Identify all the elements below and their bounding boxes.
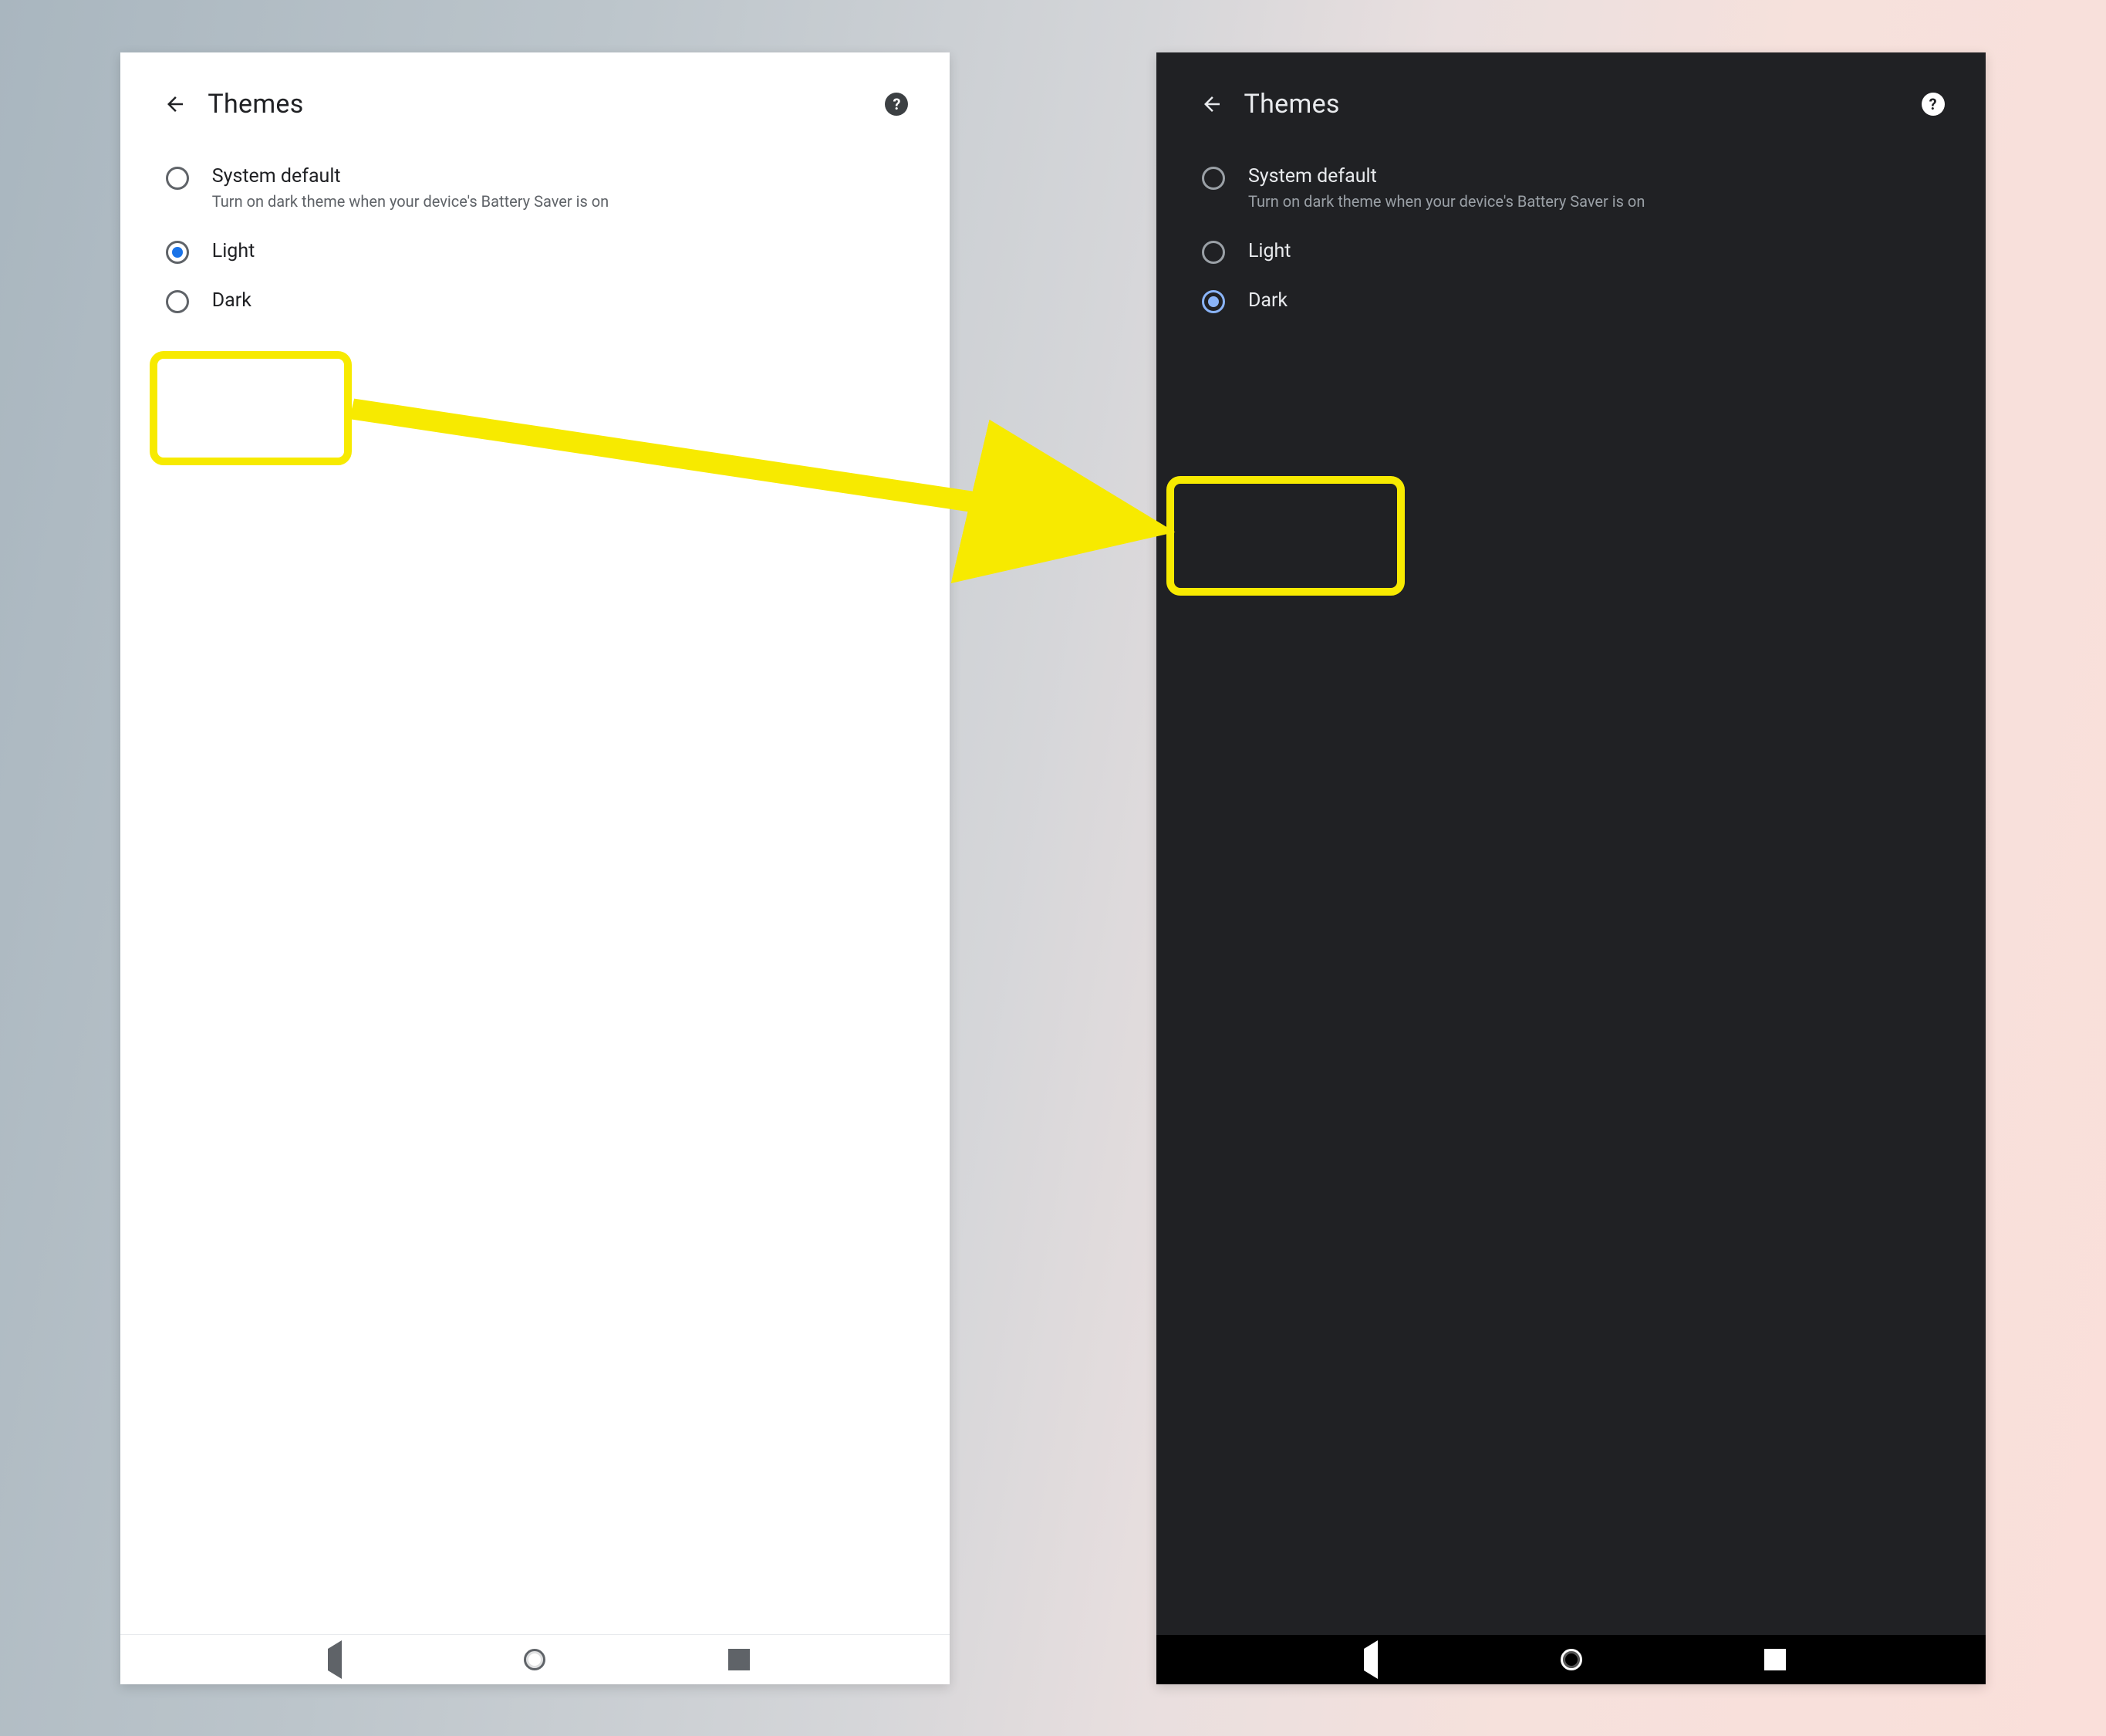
header: Themes ? [1156,52,1986,137]
radio-icon [166,167,189,190]
square-recent-icon [728,1649,750,1670]
radio-icon-selected [166,241,189,264]
theme-options: System default Turn on dark theme when y… [1156,136,1986,1634]
square-recent-icon [1764,1649,1786,1670]
nav-recent-button[interactable] [1764,1649,1786,1670]
option-dark[interactable]: Dark [1202,276,1945,326]
page-title: Themes [1244,89,1922,120]
option-label: Dark [1248,289,1288,312]
phone-dark: Themes ? System default Turn on dark the… [1156,52,1986,1684]
back-button[interactable] [1198,90,1226,118]
option-subtext: Turn on dark theme when your device's Ba… [1248,191,1645,211]
radio-icon-selected [1202,290,1225,313]
option-label: System default [212,165,609,188]
nav-home-button[interactable] [524,1649,545,1670]
option-light[interactable]: Light [1202,227,1945,276]
arrow-left-icon [164,93,187,116]
back-button[interactable] [161,90,189,118]
radio-icon [1202,167,1225,190]
arrow-left-icon [1200,93,1223,116]
circle-home-icon [1561,1649,1582,1670]
android-nav-bar [120,1634,950,1684]
triangle-back-icon [320,1640,342,1679]
option-label: System default [1248,165,1645,188]
option-label: Light [212,240,255,263]
theme-options: System default Turn on dark theme when y… [120,136,950,1633]
option-system-default[interactable]: System default Turn on dark theme when y… [166,153,909,227]
nav-recent-button[interactable] [728,1649,750,1670]
page-title: Themes [208,89,885,120]
option-label: Light [1248,240,1291,263]
option-system-default[interactable]: System default Turn on dark theme when y… [1202,153,1945,227]
android-nav-bar [1156,1635,1986,1684]
radio-icon [1202,241,1225,264]
radio-icon [166,290,189,313]
nav-back-button[interactable] [1356,1649,1378,1670]
option-subtext: Turn on dark theme when your device's Ba… [212,191,609,211]
circle-home-icon [524,1649,545,1670]
nav-home-button[interactable] [1561,1649,1582,1670]
option-label: Dark [212,289,251,312]
help-button[interactable]: ? [1922,93,1945,116]
nav-back-button[interactable] [320,1649,342,1670]
help-icon: ? [893,95,900,113]
triangle-back-icon [1356,1640,1378,1679]
phone-light: Themes ? System default Turn on dark the… [120,52,950,1684]
option-light[interactable]: Light [166,227,909,276]
option-dark[interactable]: Dark [166,276,909,326]
help-button[interactable]: ? [885,93,908,116]
header: Themes ? [120,52,950,137]
help-icon: ? [1929,95,1937,113]
